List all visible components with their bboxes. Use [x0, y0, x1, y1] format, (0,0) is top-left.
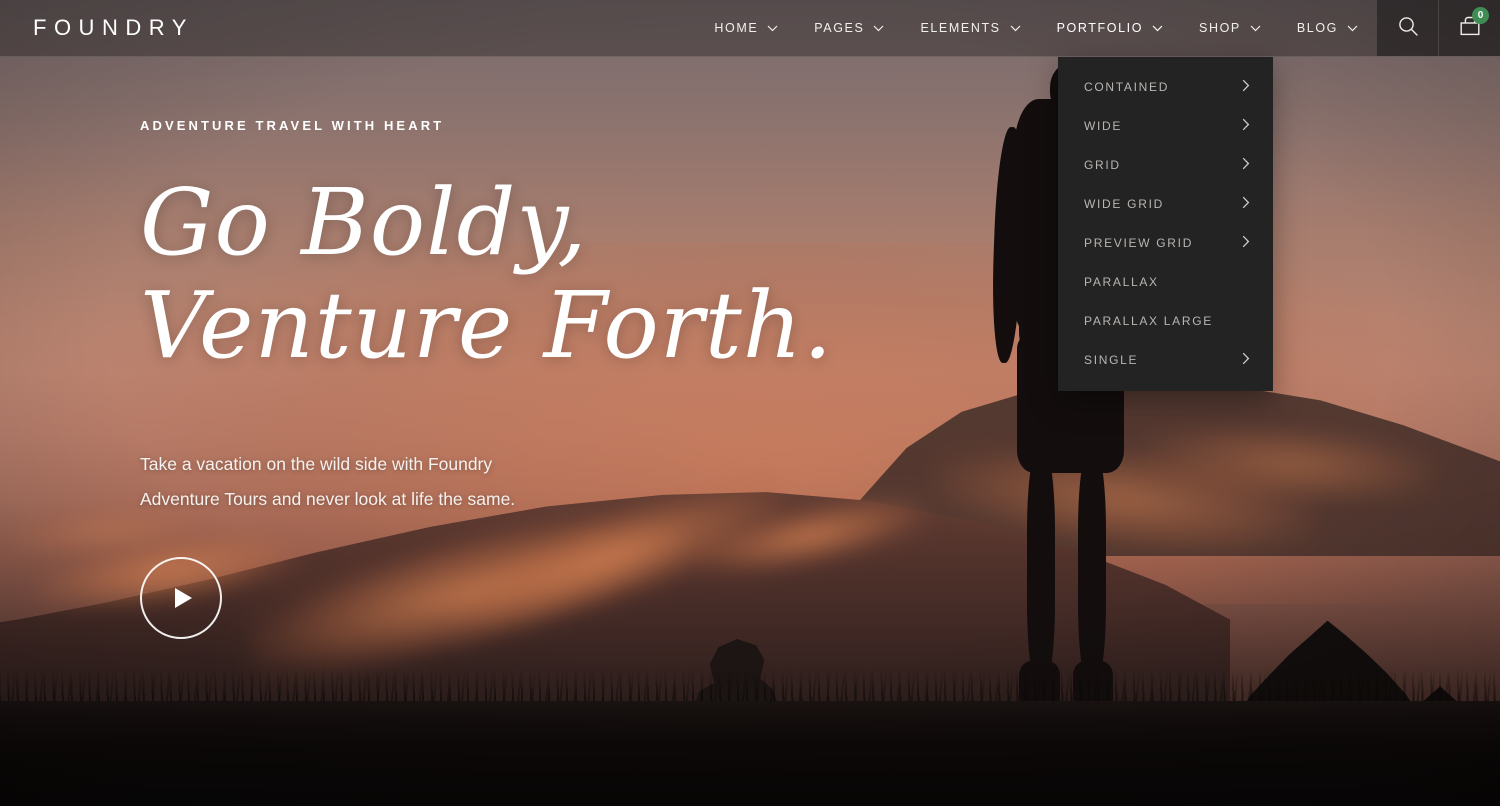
- portfolio-dropdown-menu: CONTAINED WIDE GRID WIDE GRID PREVIEW GR: [1058, 57, 1273, 391]
- chevron-right-icon: [1242, 235, 1250, 251]
- nav-item-portfolio[interactable]: PORTFOLIO: [1039, 0, 1181, 56]
- dropdown-item-parallax[interactable]: PARALLAX: [1058, 262, 1273, 301]
- nav-item-label: PAGES: [814, 21, 865, 35]
- chevron-right-icon: [1242, 157, 1250, 173]
- nav-item-label: BLOG: [1296, 21, 1338, 35]
- nav-item-blog[interactable]: BLOG: [1279, 0, 1376, 56]
- search-icon: [1397, 15, 1419, 42]
- foreground-ground: [0, 701, 1500, 806]
- cart-button[interactable]: 0: [1438, 0, 1500, 56]
- chevron-down-icon: [1347, 21, 1358, 35]
- chevron-right-icon: [1242, 118, 1250, 134]
- dropdown-item-label: PARALLAX LARGE: [1084, 313, 1213, 328]
- nav-item-pages[interactable]: PAGES: [796, 0, 902, 56]
- chevron-down-icon: [1010, 21, 1021, 35]
- nav-item-label: SHOP: [1199, 21, 1241, 35]
- chevron-down-icon: [767, 21, 778, 35]
- dropdown-item-parallax-large[interactable]: PARALLAX LARGE: [1058, 301, 1273, 340]
- chevron-down-icon: [873, 21, 884, 35]
- hero-subtitle: Take a vacation on the wild side with Fo…: [140, 454, 516, 510]
- dropdown-item-wide[interactable]: WIDE: [1058, 106, 1273, 145]
- hero-headline-line-2: Venture Forth.: [140, 272, 834, 380]
- chevron-right-icon: [1242, 79, 1250, 95]
- dropdown-item-single[interactable]: SINGLE: [1058, 340, 1273, 379]
- play-icon: [175, 588, 192, 609]
- dropdown-item-label: WIDE: [1084, 118, 1123, 133]
- hiker-leg-left: [1026, 452, 1055, 682]
- nav-item-label: PORTFOLIO: [1056, 21, 1144, 35]
- play-video-button[interactable]: [140, 557, 222, 640]
- dropdown-item-label: WIDE GRID: [1084, 196, 1164, 211]
- page-root: FOUNDRY HOME PAGES ELEMENTS PORTFOLIO SH…: [0, 0, 1500, 806]
- chevron-right-icon: [1242, 352, 1250, 368]
- hero-content: ADVENTURE TRAVEL WITH HEART Go Boldy, Ve…: [140, 118, 833, 640]
- site-header: FOUNDRY HOME PAGES ELEMENTS PORTFOLIO SH…: [0, 0, 1500, 57]
- nav-item-label: ELEMENTS: [920, 21, 1001, 35]
- dropdown-item-label: GRID: [1084, 157, 1121, 172]
- hero-headline-line-1: Go Boldy,: [140, 169, 588, 276]
- dropdown-item-label: SINGLE: [1084, 352, 1139, 367]
- dropdown-item-wide-grid[interactable]: WIDE GRID: [1058, 184, 1273, 223]
- dropdown-item-label: PREVIEW GRID: [1084, 235, 1194, 250]
- cart-count-badge: 0: [1472, 7, 1489, 24]
- hero-eyebrow: ADVENTURE TRAVEL WITH HEART: [140, 118, 445, 133]
- dropdown-item-preview-grid[interactable]: PREVIEW GRID: [1058, 223, 1273, 262]
- nav-item-label: HOME: [714, 21, 759, 35]
- nav-item-home[interactable]: HOME: [696, 0, 796, 56]
- chevron-down-icon: [1250, 21, 1261, 35]
- nav-item-shop[interactable]: SHOP: [1181, 0, 1279, 56]
- nav-item-elements[interactable]: ELEMENTS: [902, 0, 1038, 56]
- main-navigation: HOME PAGES ELEMENTS PORTFOLIO SHOP BLOG: [696, 0, 1376, 56]
- dropdown-item-label: CONTAINED: [1084, 79, 1170, 94]
- search-button[interactable]: [1376, 0, 1438, 56]
- chevron-right-icon: [1242, 196, 1250, 212]
- dropdown-item-label: PARALLAX: [1084, 274, 1159, 289]
- dropdown-item-contained[interactable]: CONTAINED: [1058, 67, 1273, 106]
- site-logo[interactable]: FOUNDRY: [0, 0, 194, 56]
- hero-headline: Go Boldy, Venture Forth.: [140, 171, 833, 377]
- hiker-leg-right: [1077, 452, 1106, 682]
- chevron-down-icon: [1152, 21, 1163, 35]
- dropdown-item-grid[interactable]: GRID: [1058, 145, 1273, 184]
